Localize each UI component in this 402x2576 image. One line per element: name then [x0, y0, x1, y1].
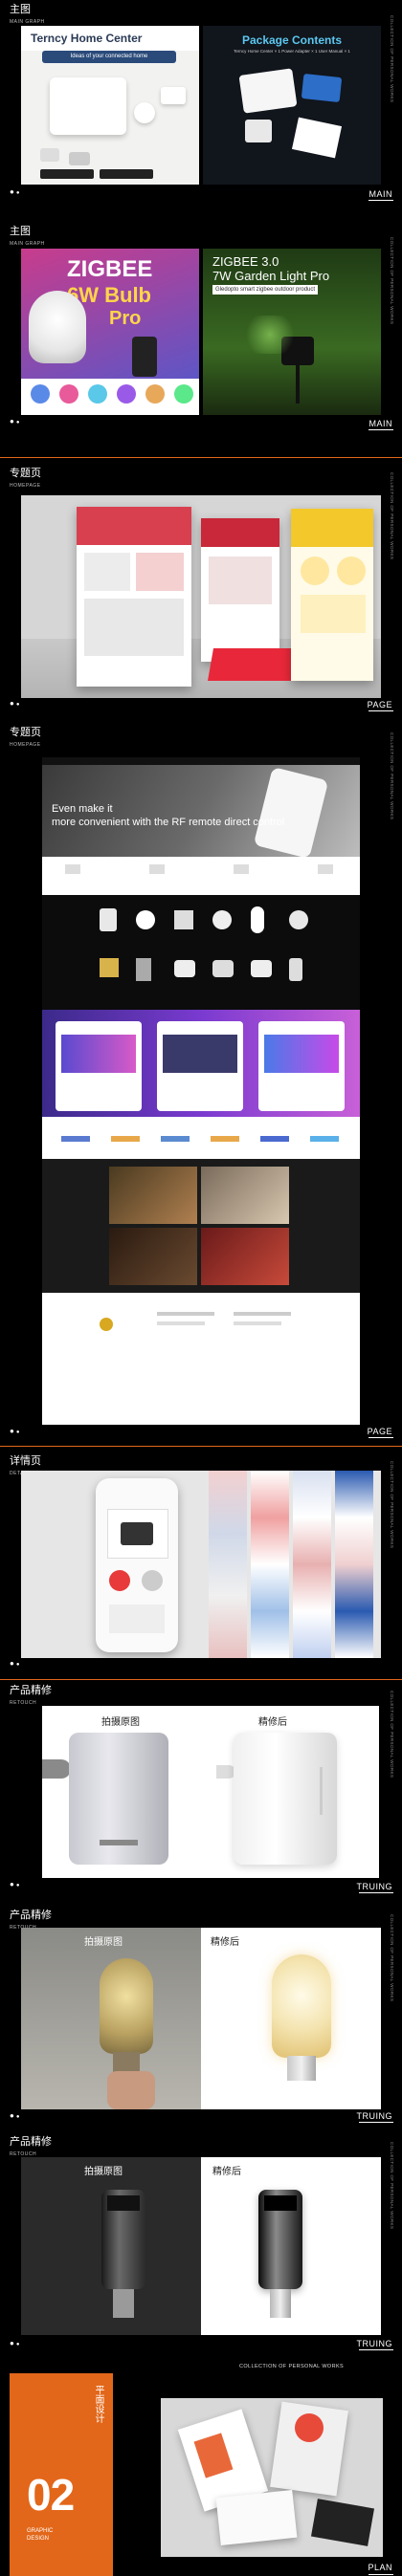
manual: [291, 117, 343, 159]
tag-underline: [359, 1892, 393, 1893]
main2-left-title-3: Pro: [109, 308, 142, 329]
section-divider: [0, 1679, 402, 1680]
page1-mockup-image: [21, 495, 381, 698]
hero-text-1: Even make it: [52, 803, 113, 815]
section-title-cn: 专题页: [10, 727, 41, 738]
section-tag-plan: PLAN: [368, 2563, 392, 2572]
section-title-cn: 专题页: [10, 468, 41, 479]
main1-right-items: Terncy Home Center × 1 Power Adapter × 1…: [234, 49, 350, 54]
bulb-after: [272, 1954, 331, 2058]
retouch-plug-image: 拍摄原图 精修后: [42, 1706, 379, 1878]
section-tag-page-2: PAGE: [367, 1427, 392, 1436]
tag-underline: [359, 2122, 393, 2123]
play-store-badge: [100, 169, 153, 179]
tag-underline: [368, 2574, 393, 2575]
plan-image: [161, 2398, 383, 2557]
retouch-after-label: 精修后: [258, 1717, 287, 1728]
plan-cn-title: 平面设计: [93, 2385, 103, 2423]
page-dots: ●●: [10, 417, 22, 426]
main2-right-title-1: ZIGBEE 3.0: [212, 254, 279, 269]
plan-en-2: DESIGN: [27, 2536, 50, 2542]
collection-vertical-label: COLLECTION OF PERSONAL WORKS: [390, 472, 394, 560]
tag-underline: [368, 1437, 393, 1438]
main2-right-title-2: 7W Garden Light Pro: [212, 269, 330, 283]
hub-device: [50, 77, 126, 135]
section-title-en: HOMEPAGE: [10, 742, 41, 748]
collection-vertical-label: COLLECTION OF PERSONAL WORKS: [390, 1461, 394, 1549]
section-tag-retouch-3: TRUING: [356, 2339, 392, 2348]
sensor-device: [134, 102, 155, 123]
main2-left-title-1: ZIGBEE: [67, 256, 153, 282]
page-dots: ●●: [10, 1427, 22, 1435]
section-title-cn: 产品精修: [10, 1910, 52, 1921]
section-title-cn: 产品精修: [10, 1685, 52, 1696]
retouch-after-label: 精修后: [212, 2167, 241, 2177]
plan-en-1: GRAPHIC: [27, 2528, 54, 2534]
section-divider: [0, 457, 402, 458]
plan-cover: 平面设计 02 GRAPHIC DESIGN: [10, 2373, 113, 2576]
main1-right-title: Package Contents: [241, 33, 343, 47]
section-divider: [0, 1446, 402, 1447]
plan-number: 02: [27, 2470, 75, 2520]
section-title-en: HOMEPAGE: [10, 483, 41, 489]
retouch-after-label: 精修后: [211, 1937, 239, 1948]
page-dots: ●●: [10, 1880, 22, 1888]
tag-underline: [368, 200, 393, 201]
section-title-cn: 主图: [10, 226, 31, 237]
section-title-page-1: 专题页 HOMEPAGE: [10, 468, 41, 491]
page-dots: ●●: [10, 2339, 22, 2347]
page-dots: ●●: [10, 2111, 22, 2120]
main1-left-title: Terncy Home Center: [31, 32, 143, 45]
section-tag-main-2: MAIN: [368, 419, 392, 428]
main1-left-subtitle: Ideas of your connected home: [42, 51, 176, 63]
collection-vertical-label: COLLECTION OF PERSONAL WORKS: [390, 15, 394, 103]
bulb: [29, 291, 86, 363]
collection-vertical-label: COLLECTION OF PERSONAL WORKS: [390, 732, 394, 820]
collection-label: COLLECTION OF PERSONAL WORKS: [239, 2364, 345, 2369]
homepage-long-image: Even make it more convenient with the RF…: [42, 757, 360, 1425]
adapter: [301, 73, 343, 103]
collection-vertical-label: COLLECTION OF PERSONAL WORKS: [390, 1691, 394, 1779]
main2-right-subtitle: Gledopto smart zigbee outdoor product: [212, 285, 319, 295]
retouch-bulb-image: 拍摄原图 精修后: [21, 1928, 381, 2109]
details-image: [21, 1471, 381, 1658]
section-tag-retouch-2: TRUING: [356, 2111, 392, 2121]
main1-left-image: Terncy Home Center Ideas of your connect…: [21, 26, 199, 185]
switch-device: [161, 87, 186, 104]
retouch-before-label: 拍摄原图: [84, 1937, 123, 1948]
main2-left-image: ZIGBEE 6W Bulb Pro: [21, 249, 199, 415]
hero-text-2: more convenient with the RF remote direc…: [52, 817, 285, 828]
main2-right-image: ZIGBEE 3.0 7W Garden Light Pro Gledopto …: [203, 249, 381, 415]
tag-underline: [359, 2349, 393, 2350]
collection-vertical-label: COLLECTION OF PERSONAL WORKS: [390, 237, 394, 325]
retouch-charger-image: 拍摄原图 精修后: [21, 2157, 381, 2335]
section-title-cn: 主图: [10, 4, 31, 15]
banner-stand: [208, 648, 302, 681]
page-dots: ●●: [10, 1659, 22, 1668]
phone: [132, 337, 157, 377]
tag-underline: [368, 429, 393, 430]
retouch-before-label: 拍摄原图: [101, 1717, 140, 1728]
section-title-cn: 详情页: [10, 1455, 41, 1467]
product-grid: [42, 895, 360, 1010]
collection-vertical-label: COLLECTION OF PERSONAL WORKS: [390, 1914, 394, 2002]
section-title-main-1: 主图 MAIN GRAPH: [10, 4, 45, 28]
retouch-before-label: 拍摄原图: [84, 2167, 123, 2177]
page-dots: ●●: [10, 699, 22, 708]
section-title-page-2: 专题页 HOMEPAGE: [10, 727, 41, 751]
app-store-badge: [40, 169, 94, 179]
hub-box: [238, 68, 298, 114]
page-dots: ●●: [10, 187, 22, 196]
section-title-main-2: 主图 MAIN GRAPH: [10, 226, 45, 250]
collection-vertical-label: COLLECTION OF PERSONAL WORKS: [390, 2142, 394, 2230]
bulb-before: [100, 1958, 153, 2054]
main1-right-image: Package Contents Terncy Home Center × 1 …: [203, 26, 381, 185]
tag-underline: [368, 710, 393, 711]
section-tag-main-1: MAIN: [368, 189, 392, 199]
section-tag-retouch-1: TRUING: [356, 1882, 392, 1891]
section-tag-page-1: PAGE: [367, 700, 392, 709]
section-title-cn: 产品精修: [10, 2136, 52, 2148]
